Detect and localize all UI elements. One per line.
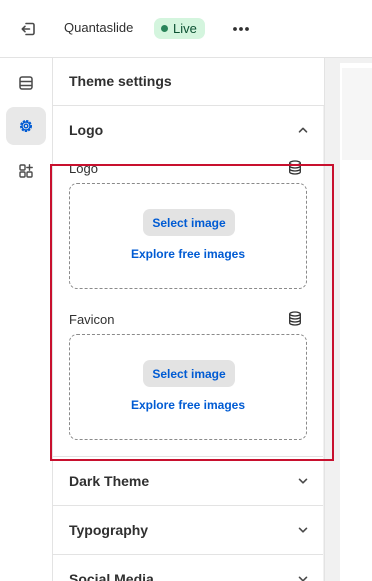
sidebar-item-sections[interactable] (6, 64, 46, 102)
section-header-social-media[interactable]: Social Media (53, 555, 323, 581)
sidebar-item-apps[interactable] (6, 152, 46, 190)
database-icon[interactable] (287, 310, 303, 326)
section-header-typography[interactable]: Typography (53, 506, 323, 554)
top-bar: Quantaslide Live (0, 0, 372, 58)
preview-canvas (325, 58, 372, 581)
section-title-logo: Logo (69, 122, 104, 138)
chevron-down-icon (298, 478, 308, 484)
status-badge-label: Live (173, 21, 197, 36)
chevron-down-icon (298, 527, 308, 533)
live-dot-icon (161, 25, 168, 32)
sidebar-rail (0, 58, 53, 581)
favicon-image-picker: Select image Explore free images (69, 334, 307, 440)
apps-icon (19, 164, 33, 178)
store-name: Quantaslide (64, 20, 134, 35)
preview-header-block (342, 68, 372, 160)
logo-select-image-button[interactable]: Select image (143, 209, 235, 236)
status-badge: Live (154, 18, 205, 39)
chevron-up-icon (298, 127, 308, 133)
favicon-explore-free-images-link[interactable]: Explore free images (70, 398, 306, 412)
favicon-field-label: Favicon (69, 312, 115, 327)
sidebar-item-theme-settings[interactable] (6, 107, 46, 145)
database-icon[interactable] (287, 159, 303, 175)
exit-icon (21, 22, 35, 36)
exit-button[interactable] (14, 16, 42, 42)
section-header-logo[interactable]: Logo (53, 106, 323, 154)
section-title-dark-theme: Dark Theme (69, 473, 150, 489)
more-actions-button[interactable] (226, 16, 256, 42)
logo-explore-free-images-link[interactable]: Explore free images (70, 247, 306, 261)
section-header-dark-theme[interactable]: Dark Theme (53, 457, 323, 505)
section-title-social-media: Social Media (69, 571, 154, 581)
section-title-typography: Typography (69, 522, 149, 538)
theme-settings-panel: Theme settings Logo Logo Select image Ex… (53, 58, 325, 581)
chevron-down-icon (298, 576, 308, 581)
logo-field-label: Logo (69, 161, 98, 176)
logo-image-picker: Select image Explore free images (69, 183, 307, 289)
gear-icon (20, 120, 32, 132)
favicon-select-image-button[interactable]: Select image (143, 360, 235, 387)
panel-title: Theme settings (69, 73, 172, 89)
ellipsis-icon (233, 27, 249, 31)
sections-icon (19, 76, 33, 90)
